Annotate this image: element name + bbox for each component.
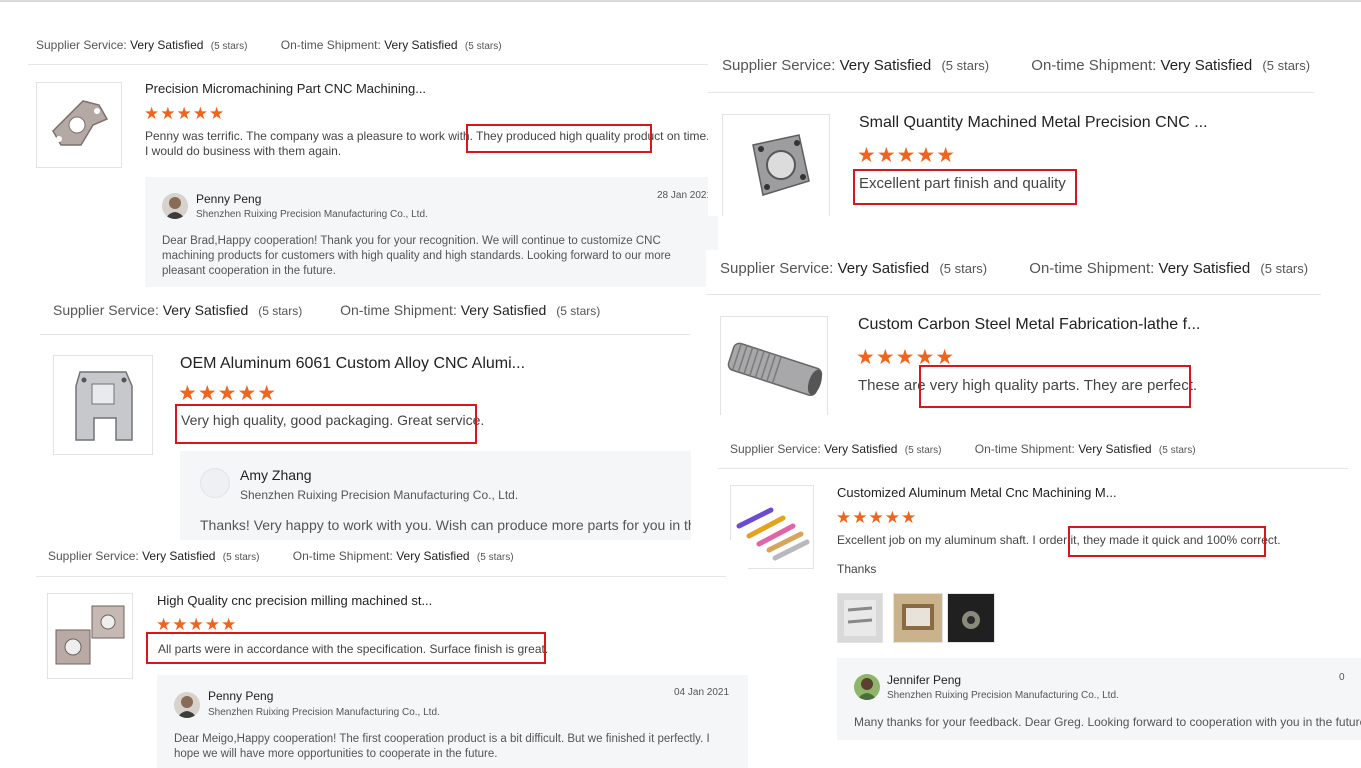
reply-text: Thanks! Very happy to work with you. Wis… bbox=[200, 517, 691, 533]
highlight-box bbox=[853, 169, 1077, 205]
avatar bbox=[200, 468, 230, 498]
top-divider bbox=[0, 0, 1361, 2]
product-title[interactable]: OEM Aluminum 6061 Custom Alloy CNC Alumi… bbox=[180, 355, 525, 373]
reply-author: Penny Peng bbox=[196, 192, 262, 206]
product-title[interactable]: Precision Micromachining Part CNC Machin… bbox=[145, 81, 426, 96]
product-thumbnail[interactable] bbox=[36, 82, 122, 168]
rating-summary: Supplier Service: Very Satisfied (5 star… bbox=[722, 57, 1311, 74]
reply-author: Amy Zhang bbox=[240, 467, 312, 483]
product-title[interactable]: Customized Aluminum Metal Cnc Machining … bbox=[837, 485, 1117, 500]
reply-date: 04 Jan 2021 bbox=[674, 687, 730, 698]
review-card-1: Supplier Service: Very Satisfied (5 star… bbox=[28, 30, 718, 298]
seller-reply: Amy Zhang Shenzhen Ruixing Precision Man… bbox=[180, 451, 691, 544]
highlight-box bbox=[1068, 526, 1266, 557]
avatar bbox=[162, 193, 188, 219]
star-rating: ★★★★★ bbox=[836, 508, 918, 527]
star-rating: ★★★★★ bbox=[178, 382, 278, 405]
review-card-6: Supplier Service: Very Satisfied (5 star… bbox=[36, 540, 748, 768]
reply-date: 28 Jan 2021 bbox=[657, 190, 713, 201]
rating-summary: Supplier Service: Very Satisfied (5 star… bbox=[36, 38, 502, 52]
product-title[interactable]: Custom Carbon Steel Metal Fabrication-la… bbox=[858, 316, 1200, 334]
product-thumbnail[interactable] bbox=[53, 355, 153, 455]
rating-summary: Supplier Service: Very Satisfied (5 star… bbox=[53, 302, 601, 318]
highlight-box bbox=[919, 365, 1191, 408]
seller-reply: Penny Peng Shenzhen Ruixing Precision Ma… bbox=[145, 177, 718, 287]
review-photo-3[interactable] bbox=[947, 593, 995, 643]
product-thumbnail[interactable] bbox=[720, 316, 828, 415]
avatar bbox=[174, 692, 200, 718]
rating-summary: Supplier Service: Very Satisfied (5 star… bbox=[48, 549, 514, 563]
reply-date: 0 bbox=[1339, 672, 1345, 683]
rating-summary: Supplier Service: Very Satisfied (5 star… bbox=[730, 442, 1196, 456]
review-text-line2: Thanks bbox=[837, 562, 877, 576]
product-thumbnail[interactable] bbox=[722, 114, 830, 216]
highlight-box bbox=[466, 124, 652, 153]
review-card-2: Supplier Service: Very Satisfied (5 star… bbox=[708, 48, 1323, 216]
reply-company: Shenzhen Ruixing Precision Manufacturing… bbox=[887, 690, 1119, 701]
seller-reply: Jennifer Peng Shenzhen Ruixing Precision… bbox=[837, 658, 1361, 740]
rating-summary: Supplier Service: Very Satisfied (5 star… bbox=[720, 260, 1309, 277]
reply-company: Shenzhen Ruixing Precision Manufacturing… bbox=[196, 209, 428, 220]
review-photo-1[interactable] bbox=[837, 593, 883, 643]
reply-text: Dear Brad,Happy cooperation! Thank you f… bbox=[162, 235, 671, 277]
highlight-box bbox=[175, 404, 477, 444]
highlight-box bbox=[146, 632, 546, 664]
reply-text: Dear Meigo,Happy cooperation! The first … bbox=[174, 733, 710, 760]
avatar bbox=[854, 674, 880, 700]
review-card-4: Supplier Service: Very Satisfied (5 star… bbox=[706, 250, 1326, 415]
reply-text: Many thanks for your feedback. Dear Greg… bbox=[854, 715, 1361, 729]
product-title[interactable]: Small Quantity Machined Metal Precision … bbox=[859, 114, 1208, 132]
reply-author: Jennifer Peng bbox=[887, 673, 962, 687]
seller-reply: Penny Peng Shenzhen Ruixing Precision Ma… bbox=[157, 675, 748, 768]
review-card-5: Supplier Service: Very Satisfied (5 star… bbox=[718, 432, 1361, 750]
star-rating: ★★★★★ bbox=[857, 144, 957, 167]
reply-company: Shenzhen Ruixing Precision Manufacturing… bbox=[208, 707, 440, 718]
review-card-3: Supplier Service: Very Satisfied (5 star… bbox=[40, 294, 700, 544]
review-photo-2[interactable] bbox=[893, 593, 943, 643]
product-title[interactable]: High Quality cnc precision milling machi… bbox=[157, 593, 432, 608]
star-rating: ★★★★★ bbox=[144, 104, 226, 123]
reply-author: Penny Peng bbox=[208, 689, 274, 703]
reply-company: Shenzhen Ruixing Precision Manufacturing… bbox=[240, 488, 519, 502]
product-thumbnail[interactable] bbox=[47, 593, 133, 679]
